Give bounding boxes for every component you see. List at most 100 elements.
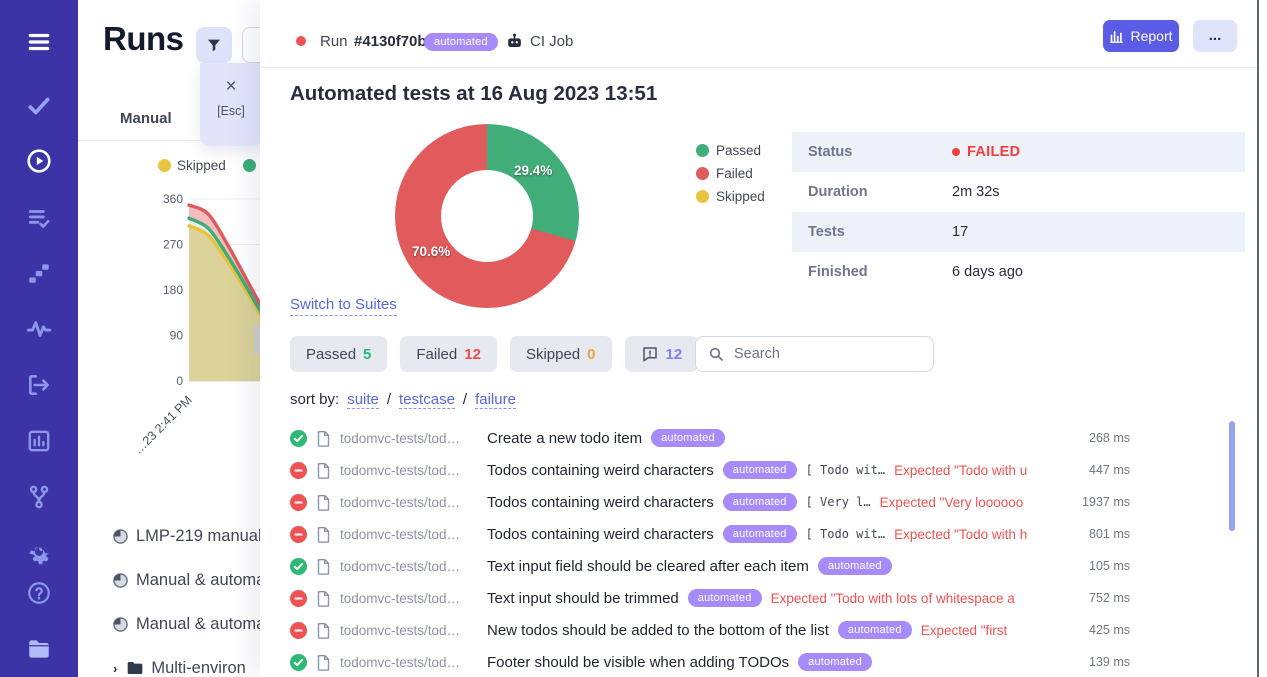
run-list-label: Multi-environ	[151, 659, 245, 677]
test-suite-path: todomvc-tests/tod…	[340, 623, 478, 638]
run-list-label: Manual & automa	[136, 615, 260, 634]
trend-legend: Skipped Passed	[158, 158, 260, 173]
activity-icon[interactable]	[25, 315, 53, 343]
filter-button[interactable]	[196, 27, 232, 63]
stat-label: Tests	[808, 224, 952, 240]
pie-icon	[113, 573, 128, 588]
test-title[interactable]: New todos should be added to the bottom …	[487, 622, 829, 639]
run-list-item[interactable]: Manual & automa	[113, 565, 260, 595]
test-title[interactable]: Text input should be trimmed	[487, 590, 679, 607]
sort-link-suite[interactable]: suite	[347, 391, 379, 409]
folder-icon	[127, 661, 143, 675]
search-input[interactable]	[695, 336, 934, 372]
sort-separator: /	[463, 391, 467, 408]
svg-text:0: 0	[176, 374, 183, 388]
search-icon	[708, 346, 724, 362]
tab-failed[interactable]: Failed12	[400, 336, 497, 372]
stat-row: Tests17	[792, 212, 1245, 252]
failed-icon	[290, 622, 307, 639]
failed-dot	[952, 148, 960, 156]
test-error-message[interactable]: Expected "Todo with h	[894, 527, 1027, 542]
tab-skipped[interactable]: Skipped0	[510, 336, 612, 372]
stat-label: Finished	[808, 264, 952, 280]
close-icon[interactable]: ×	[225, 77, 236, 96]
failed-icon	[290, 462, 307, 479]
test-duration: 1937 ms	[1060, 495, 1130, 509]
passed-icon	[290, 430, 307, 447]
test-row[interactable]: todomvc-tests/tod… Text input field shou…	[290, 550, 1130, 582]
test-title[interactable]: Create a new todo item	[487, 430, 642, 447]
steps-icon[interactable]	[25, 259, 53, 287]
test-title[interactable]: Todos containing weird characters	[487, 462, 714, 479]
bar-chart-icon[interactable]	[25, 427, 53, 455]
test-row[interactable]: todomvc-tests/tod… Todos containing weir…	[290, 518, 1130, 550]
stat-label: Status	[808, 144, 952, 160]
automated-badge: automated	[651, 429, 725, 447]
test-title[interactable]: Todos containing weird characters	[487, 526, 714, 543]
test-row[interactable]: todomvc-tests/tod… Footer should be visi…	[290, 646, 1130, 677]
legend-dot	[158, 159, 171, 172]
test-list-scrollbar[interactable]	[1229, 421, 1235, 531]
test-row[interactable]: todomvc-tests/tod… Text input should be …	[290, 582, 1130, 614]
switch-to-suites-link[interactable]: Switch to Suites	[290, 296, 397, 316]
test-error-message[interactable]: Expected "Very loooooo	[880, 495, 1024, 510]
check-icon[interactable]	[25, 92, 53, 120]
ci-job-label[interactable]: CI Job	[530, 33, 573, 50]
sign-in-icon[interactable]	[25, 371, 53, 399]
tab-manual[interactable]: Manual	[120, 110, 172, 127]
run-list-item[interactable]: Manual & automa	[113, 609, 260, 639]
bar-chart-icon	[1109, 29, 1124, 44]
file-icon	[316, 558, 331, 575]
legend-item[interactable]: Passed	[243, 158, 260, 173]
stat-value: FAILED	[967, 144, 1020, 160]
test-error-message[interactable]: Expected "first	[921, 623, 1008, 638]
run-list-item[interactable]: › Multi-environ	[113, 653, 246, 677]
automated-badge: automated	[688, 589, 762, 607]
test-title[interactable]: Todos containing weird characters	[487, 494, 714, 511]
test-row[interactable]: todomvc-tests/tod… Todos containing weir…	[290, 454, 1130, 486]
report-button[interactable]: Report	[1103, 20, 1179, 52]
legend-label: Skipped	[716, 189, 765, 204]
menu-icon[interactable]	[25, 28, 53, 56]
comment-icon	[641, 345, 659, 363]
tab-comments[interactable]: 12	[625, 336, 699, 372]
test-error-message[interactable]: Expected "Todo with u	[894, 463, 1027, 478]
stat-value: 17	[952, 224, 968, 240]
test-row[interactable]: todomvc-tests/tod… New todos should be a…	[290, 614, 1130, 646]
legend-item[interactable]: Skipped	[158, 158, 226, 173]
test-suite-path: todomvc-tests/tod…	[340, 431, 478, 446]
test-suite-path: todomvc-tests/tod…	[340, 655, 478, 670]
automated-badge: automated	[723, 525, 797, 543]
test-title[interactable]: Text input field should be cleared after…	[487, 558, 809, 575]
donut-passed-pct: 29.4%	[514, 163, 552, 178]
failed-icon	[290, 462, 307, 479]
test-row[interactable]: todomvc-tests/tod… Todos containing weir…	[290, 486, 1130, 518]
play-circle-icon[interactable]	[25, 147, 53, 175]
runs-filter-input[interactable]	[242, 27, 260, 63]
test-suite-path: todomvc-tests/tod…	[340, 527, 478, 542]
sort-link-testcase[interactable]: testcase	[399, 391, 455, 409]
chevron-right-icon[interactable]: ›	[113, 661, 117, 676]
tab-passed[interactable]: Passed5	[290, 336, 387, 372]
task-list-icon[interactable]	[25, 204, 53, 232]
gear-icon[interactable]	[25, 539, 53, 567]
failed-icon	[290, 526, 307, 543]
test-row[interactable]: todomvc-tests/tod… Create a new todo ite…	[290, 422, 1130, 454]
automated-badge: automated	[424, 33, 498, 51]
test-title[interactable]: Footer should be visible when adding TOD…	[487, 654, 789, 671]
help-icon[interactable]	[25, 579, 53, 607]
tab-label: Failed	[416, 346, 457, 363]
git-branch-icon[interactable]	[25, 483, 53, 511]
file-icon	[316, 462, 331, 479]
run-detail-panel: Run #4130f70b automated CI Job Report ..…	[260, 0, 1257, 677]
test-error-message[interactable]: Expected "Todo with lots of whitespace a	[771, 591, 1015, 606]
background-scrollbar[interactable]	[254, 325, 259, 355]
test-suite-path: todomvc-tests/tod…	[340, 591, 478, 606]
legend-dot	[696, 167, 709, 180]
svg-text:360: 360	[163, 192, 183, 206]
passed-icon	[290, 654, 307, 671]
folder-icon[interactable]	[25, 635, 53, 663]
run-list-item[interactable]: LMP-219 manual te	[113, 521, 260, 551]
sort-link-failure[interactable]: failure	[475, 391, 516, 409]
more-button[interactable]: ...	[1193, 20, 1237, 52]
